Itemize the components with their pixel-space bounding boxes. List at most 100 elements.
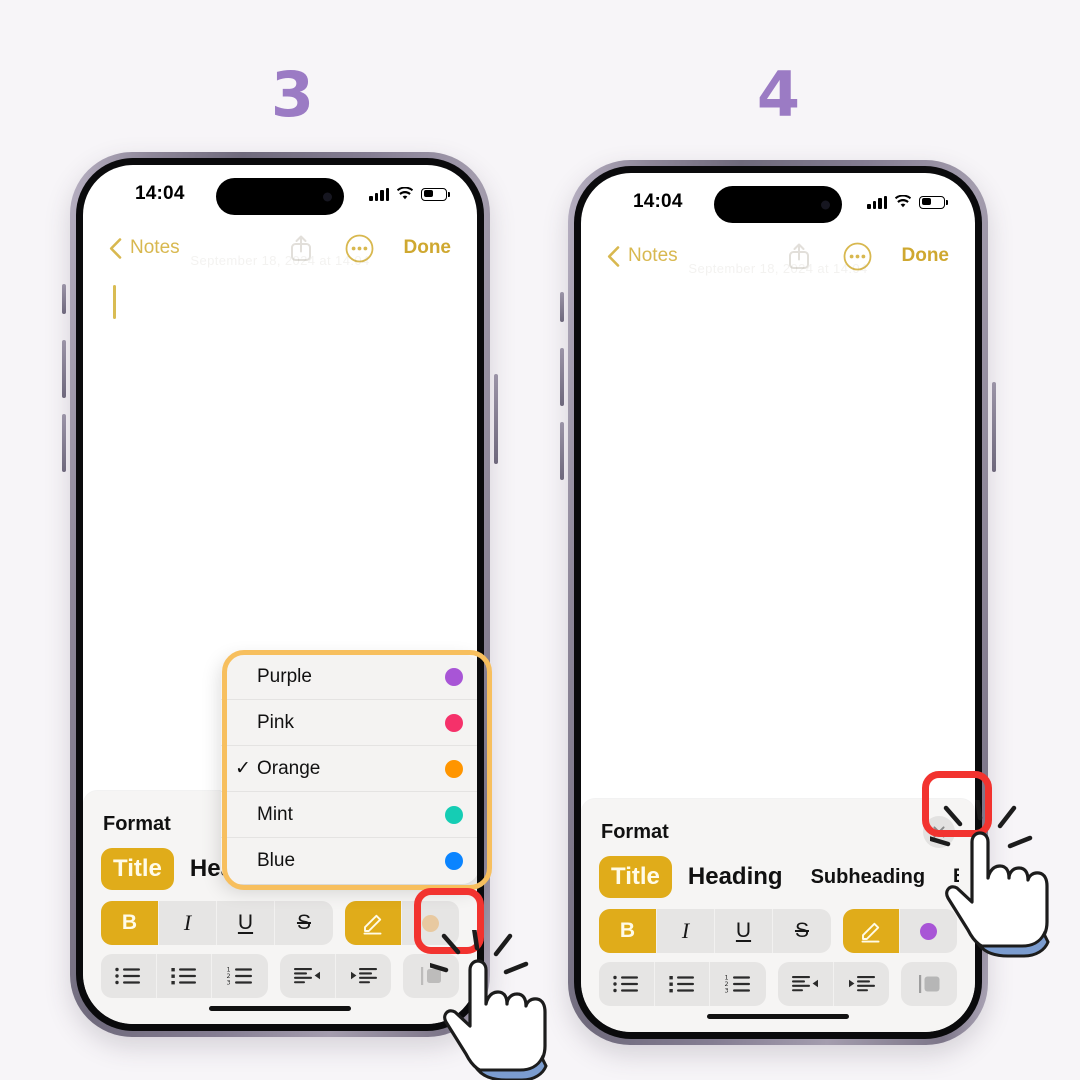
- volume-up-button-2[interactable]: [560, 348, 564, 406]
- home-indicator-2[interactable]: [707, 1014, 849, 1019]
- status-bar-2: 14:04: [581, 173, 975, 231]
- highlight-color-swatch-2: [920, 922, 937, 940]
- format-close-button[interactable]: [923, 816, 955, 848]
- highlight-color-button-2[interactable]: [900, 909, 957, 953]
- back-to-notes-button-2[interactable]: Notes: [607, 245, 678, 267]
- color-option-orange[interactable]: ✓ Orange: [221, 746, 477, 792]
- phone-step-3: 14:04 Notes Done September 18, 2024 at 1…: [62, 152, 498, 1037]
- text-style-row-2: B I U S: [597, 909, 959, 953]
- dashed-list-glyph: [115, 967, 141, 985]
- share-icon[interactable]: [289, 234, 313, 262]
- block-quote-icon-2[interactable]: [901, 962, 957, 1006]
- dashed-list-icon[interactable]: [101, 954, 157, 998]
- status-clock: 14:04: [135, 183, 185, 204]
- block-segment-2: [901, 962, 957, 1006]
- pencil-icon-2: [861, 922, 880, 943]
- bold-button[interactable]: B: [101, 901, 159, 945]
- style-body-button-2[interactable]: Body: [941, 859, 959, 895]
- style-subheading-button-2[interactable]: Subheading: [799, 859, 937, 896]
- highlighter-segment-2: [842, 909, 957, 953]
- indent-segment-2: [778, 962, 890, 1006]
- color-label-pink: Pink: [257, 711, 294, 733]
- block-quote-icon[interactable]: [403, 954, 459, 998]
- format-header-2: Format: [597, 813, 959, 851]
- strikethrough-button[interactable]: S: [275, 901, 333, 945]
- dynamic-island-2: [714, 186, 842, 223]
- dashed-list-icon-2[interactable]: [599, 962, 655, 1006]
- mute-switch-2[interactable]: [560, 292, 564, 322]
- status-bar: 14:04: [83, 165, 477, 223]
- chevron-left-icon-2: [607, 245, 620, 267]
- color-dot-mint: [445, 805, 463, 824]
- color-label-purple: Purple: [257, 665, 312, 687]
- highlighter-button-2[interactable]: [842, 909, 900, 953]
- format-title: Format: [103, 812, 171, 835]
- indent-icon[interactable]: [336, 954, 392, 998]
- color-option-pink[interactable]: Pink: [221, 700, 477, 746]
- tutorial-canvas: 3 4 14:04 Notes Done September 18, 2024 …: [0, 0, 1080, 1080]
- numbered-list-glyph: 1 2 3: [227, 966, 253, 987]
- text-style-row: B I U S: [99, 901, 461, 945]
- phone-step-4: 14:04 Notes Done September 18, 2024 at 1…: [560, 160, 996, 1045]
- outdent-icon[interactable]: [280, 954, 336, 998]
- cellular-signal-icon-2: [867, 195, 887, 209]
- front-camera-icon: [323, 192, 332, 201]
- wifi-icon-2: [894, 195, 912, 208]
- underline-button-2[interactable]: U: [715, 909, 773, 953]
- block-quote-glyph-2: [919, 975, 940, 993]
- cellular-signal-icon: [369, 187, 389, 201]
- power-button-2[interactable]: [992, 382, 996, 472]
- underline-button[interactable]: U: [217, 901, 275, 945]
- style-heading-button-2[interactable]: Heading: [676, 856, 795, 898]
- back-to-notes-button[interactable]: Notes: [109, 237, 180, 259]
- share-icon-2[interactable]: [787, 242, 811, 270]
- done-button[interactable]: Done: [404, 237, 452, 259]
- step-number-3: 3: [270, 58, 314, 131]
- svg-text:3: 3: [725, 987, 729, 995]
- color-option-mint[interactable]: Mint: [221, 792, 477, 838]
- more-icon-2[interactable]: [843, 242, 872, 271]
- note-nav-bar-2: Notes Done September 18, 2024 at 14:04: [581, 231, 975, 281]
- bold-button-2[interactable]: B: [599, 909, 657, 953]
- list-row: 1 2 3: [99, 954, 461, 998]
- done-button-2[interactable]: Done: [902, 245, 950, 267]
- italic-button-2[interactable]: I: [657, 909, 715, 953]
- highlight-color-button[interactable]: [402, 901, 459, 945]
- indent-glyph: [350, 968, 377, 984]
- text-style-segment: B I U S: [101, 901, 333, 945]
- more-icon[interactable]: [345, 234, 374, 263]
- home-indicator[interactable]: [209, 1006, 351, 1011]
- numbered-list-icon[interactable]: 1 2 3: [212, 954, 268, 998]
- phone-screen-4: 14:04 Notes Done September 18, 2024 at 1…: [581, 173, 975, 1032]
- indent-icon-2[interactable]: [834, 962, 890, 1006]
- dashed-list-glyph-2: [613, 975, 639, 993]
- battery-icon-2: [919, 195, 948, 209]
- color-label-blue: Blue: [257, 850, 296, 871]
- block-quote-glyph: [421, 967, 442, 985]
- numbered-list-icon-2[interactable]: 1 2 3: [710, 962, 766, 1006]
- strikethrough-button-2[interactable]: S: [773, 909, 831, 953]
- outdent-icon-2[interactable]: [778, 962, 834, 1006]
- bulleted-list-icon-2[interactable]: [655, 962, 711, 1006]
- power-button[interactable]: [494, 374, 498, 464]
- highlight-color-menu[interactable]: Purple Pink ✓ Orange Mint Blue: [221, 654, 477, 884]
- italic-button[interactable]: I: [159, 901, 217, 945]
- color-option-purple[interactable]: Purple: [221, 654, 477, 700]
- bulleted-list-icon[interactable]: [157, 954, 213, 998]
- color-label-orange: Orange: [257, 757, 321, 779]
- back-label-2: Notes: [628, 245, 678, 266]
- volume-down-button-2[interactable]: [560, 422, 564, 480]
- color-dot-purple: [445, 667, 463, 686]
- text-caret: [113, 285, 116, 319]
- indent-glyph-2: [848, 976, 875, 992]
- highlighter-button[interactable]: [344, 901, 402, 945]
- style-title-button[interactable]: Title: [101, 848, 174, 890]
- volume-down-button[interactable]: [62, 414, 66, 472]
- volume-up-button[interactable]: [62, 340, 66, 398]
- color-option-blue[interactable]: Blue: [221, 838, 477, 884]
- style-title-button-2[interactable]: Title: [599, 856, 672, 898]
- indent-segment: [280, 954, 392, 998]
- back-label: Notes: [130, 237, 180, 258]
- bulleted-list-glyph: [171, 968, 197, 985]
- mute-switch[interactable]: [62, 284, 66, 314]
